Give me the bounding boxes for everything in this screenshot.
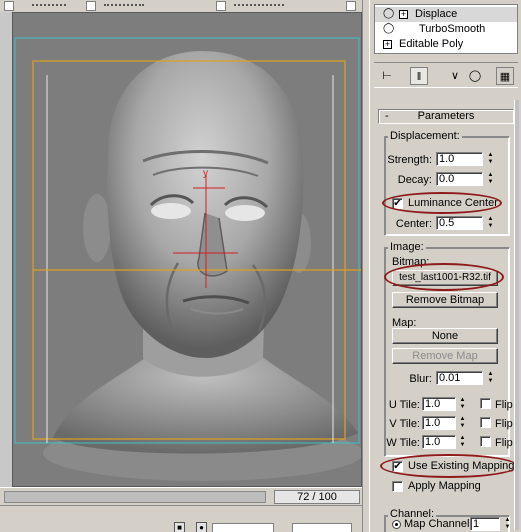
center-label: Center:: [395, 218, 432, 230]
left-eye: [151, 203, 191, 219]
map-channel-label: Map Channel:: [404, 518, 473, 530]
highlight-circle: [380, 454, 518, 478]
toolbar-dots: [32, 4, 66, 7]
map-channel-spinner[interactable]: 1: [470, 517, 500, 531]
toggle-checkbox[interactable]: [216, 1, 226, 11]
make-unique-icon[interactable]: ∨: [446, 67, 464, 85]
right-eye: [225, 205, 265, 221]
configure-modifier-sets-icon[interactable]: ▦: [496, 67, 514, 85]
viewport-left-border: [0, 12, 12, 487]
toolbar-dots: [104, 4, 144, 7]
decay-spinner[interactable]: 0.0: [436, 172, 483, 186]
blur-label: Blur:: [409, 373, 432, 385]
parameters-rollout-header[interactable]: - Parameters: [378, 109, 514, 124]
stack-item-displace[interactable]: ◯ + Displace: [375, 7, 517, 22]
expand-icon[interactable]: +: [383, 40, 392, 49]
coordinate-field-y[interactable]: [292, 523, 352, 532]
v-tile-spinner-arrows[interactable]: ▲ ▼: [458, 416, 467, 430]
decay-label: Decay:: [397, 174, 432, 186]
u-tile-spinner[interactable]: 1.0: [422, 397, 456, 411]
v-tile-label: V Tile:: [389, 418, 420, 430]
stack-item-label: TurboSmooth: [419, 23, 486, 35]
blur-spinner-arrows[interactable]: ▲ ▼: [486, 371, 495, 385]
left-ear: [83, 194, 111, 262]
frame-counter[interactable]: 72 / 100: [274, 490, 360, 504]
lock-icon[interactable]: ■: [174, 522, 185, 532]
status-bar: ■ ●: [0, 505, 362, 532]
stack-item-editable-poly[interactable]: + Editable Poly: [375, 37, 517, 52]
image-group-label: Image:: [388, 241, 426, 253]
time-slider-track[interactable]: [4, 491, 266, 503]
panel-scrollbar[interactable]: [514, 100, 519, 530]
w-flip-label: Flip: [495, 437, 513, 449]
absolute-mode-icon[interactable]: ●: [196, 522, 207, 532]
show-end-result-icon[interactable]: ‖: [410, 67, 428, 85]
v-flip-label: Flip: [495, 418, 513, 430]
center-spinner-arrows[interactable]: ▲ ▼: [486, 216, 495, 230]
toggle-checkbox[interactable]: [4, 1, 14, 11]
modify-command-panel: ◯ + Displace ◯ TurboSmooth + Editable Po…: [370, 0, 521, 532]
coordinate-field-x[interactable]: [212, 523, 274, 532]
rollout-title: Parameters: [417, 110, 475, 122]
strength-label: Strength:: [387, 154, 432, 166]
toggle-checkbox[interactable]: [346, 1, 356, 11]
map-channel-radio[interactable]: [392, 520, 401, 529]
gizmo-axis-label: y: [203, 168, 208, 179]
map-channel-spinner-arrows[interactable]: ▲ ▼: [503, 517, 512, 531]
lightbulb-icon[interactable]: ◯: [383, 24, 394, 34]
toggle-checkbox[interactable]: [86, 1, 96, 11]
perspective-viewport[interactable]: y: [12, 12, 362, 487]
w-flip-checkbox[interactable]: [480, 436, 491, 447]
u-tile-spinner-arrows[interactable]: ▲ ▼: [458, 397, 467, 411]
blur-spinner[interactable]: 0.01: [436, 371, 483, 385]
pin-stack-icon[interactable]: ⊢: [378, 67, 396, 85]
stack-item-label: Editable Poly: [399, 38, 464, 50]
remove-map-button[interactable]: Remove Map: [392, 348, 498, 364]
w-tile-spinner[interactable]: 1.0: [422, 435, 456, 449]
apply-mapping-label: Apply Mapping: [408, 480, 481, 492]
highlight-circle: [384, 263, 504, 291]
remove-bitmap-button[interactable]: Remove Bitmap: [392, 292, 498, 308]
stack-item-turbosmooth[interactable]: ◯ TurboSmooth: [375, 22, 517, 37]
u-flip-label: Flip: [495, 399, 513, 411]
u-tile-label: U Tile:: [388, 399, 420, 411]
strength-spinner[interactable]: 1.0: [436, 152, 483, 166]
expand-icon[interactable]: +: [399, 10, 408, 19]
time-slider[interactable]: 72 / 100: [0, 487, 362, 505]
modifier-stack[interactable]: ◯ + Displace ◯ TurboSmooth + Editable Po…: [374, 4, 518, 54]
toolbar-dots: [234, 4, 284, 7]
w-tile-spinner-arrows[interactable]: ▲ ▼: [458, 435, 467, 449]
stack-item-label: Displace: [415, 8, 458, 20]
v-tile-spinner[interactable]: 1.0: [422, 416, 456, 430]
viewport-toolbar: [0, 0, 370, 12]
displacement-group-label: Displacement:: [388, 130, 462, 142]
v-flip-checkbox[interactable]: [480, 417, 491, 428]
map-button[interactable]: None: [392, 328, 498, 344]
apply-mapping-checkbox[interactable]: [392, 481, 403, 492]
decay-spinner-arrows[interactable]: ▲ ▼: [486, 172, 495, 186]
w-tile-label: W Tile:: [386, 437, 420, 449]
head-render: y: [14, 37, 361, 481]
center-spinner[interactable]: 0.5: [436, 216, 483, 230]
highlight-circle: [382, 192, 502, 214]
collapse-icon: -: [385, 110, 389, 122]
u-flip-checkbox[interactable]: [480, 398, 491, 409]
lightbulb-icon[interactable]: ◯: [383, 9, 394, 19]
remove-modifier-icon[interactable]: ◯: [466, 67, 484, 85]
stack-toolbar: ⊢ ‖ ∨ ◯ ▦: [374, 62, 518, 88]
strength-spinner-arrows[interactable]: ▲ ▼: [486, 152, 495, 166]
viewport-panel-divider[interactable]: [362, 0, 370, 532]
